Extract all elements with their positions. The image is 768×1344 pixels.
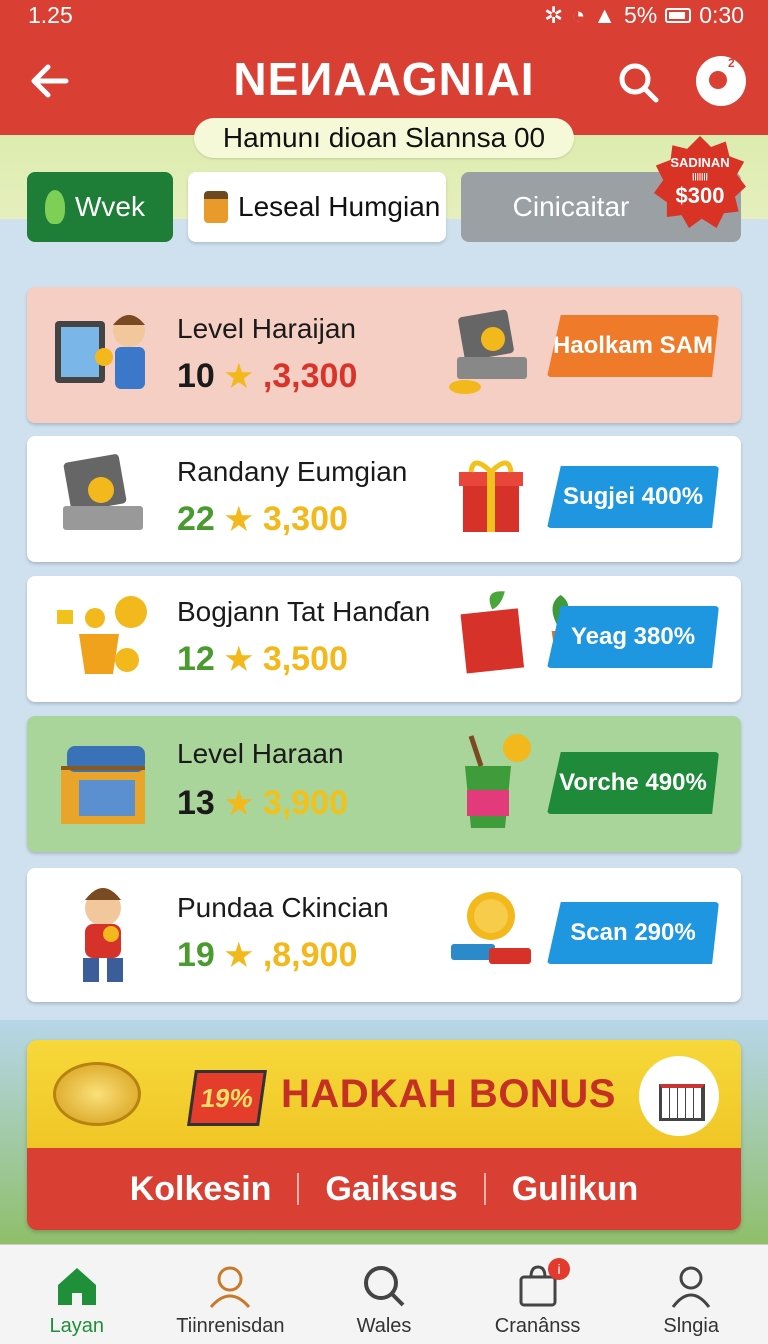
coin-icon — [53, 1062, 141, 1126]
search-icon[interactable] — [616, 60, 662, 106]
tab-week[interactable]: Wvek — [27, 172, 173, 242]
tablet-kid-icon — [55, 315, 145, 389]
item-score: 3,300 — [262, 500, 348, 538]
nav-label: Wales — [356, 1315, 412, 1337]
list-item[interactable]: Randany Eumgian 22 3,300 Sugjei 400% — [27, 436, 741, 562]
battery-icon — [665, 8, 692, 23]
profile-icon — [210, 1266, 251, 1309]
bonus-link-kolkesin[interactable]: Kolkesin — [130, 1170, 272, 1209]
divider — [297, 1173, 300, 1205]
bonus-banner[interactable]: 19% HADKAH BONUS Kolkesin Gaiksus Guliku… — [27, 1040, 741, 1230]
discount-tag[interactable]: Sugjei 400% — [547, 466, 719, 528]
nav-label: Layan — [49, 1315, 105, 1337]
divider — [483, 1173, 486, 1205]
kid-praying-icon — [83, 888, 123, 982]
nav-item-wales[interactable]: Wales — [307, 1245, 461, 1344]
discount-tag[interactable]: Vorche 490% — [547, 752, 719, 814]
item-score: 3,900 — [262, 784, 348, 822]
nav-label: Slngia — [663, 1315, 719, 1337]
treasure-chest-icon — [61, 746, 145, 824]
leaf-icon — [45, 190, 65, 224]
bonus-title: HADKAH BONUS — [281, 1072, 616, 1116]
gift-box-icon — [459, 460, 523, 532]
tab-label: Cinicaitar — [512, 191, 630, 222]
tab-label: Leseal Humgian — [238, 191, 441, 222]
item-name: Randany Eumgian — [177, 456, 408, 487]
item-score: ,8,900 — [262, 936, 358, 974]
laptop-coin-icon — [449, 309, 527, 394]
item-level: 22 — [177, 500, 215, 538]
coin-books-icon — [451, 892, 531, 964]
burst-price: $300 — [675, 183, 725, 208]
bonus-percent-badge: 19% — [187, 1070, 267, 1126]
wifi-icon: ◔ — [571, 2, 586, 28]
item-score: 3,500 — [262, 640, 348, 678]
signal-icon: ▲ — [593, 2, 616, 28]
gear-icon: ✲ — [544, 2, 564, 28]
nav-item-layan[interactable]: Layan — [0, 1245, 154, 1344]
sale-burst-text: SADINAN ||||||| $300 — [658, 156, 742, 208]
status-time: 1.25 — [28, 2, 73, 28]
bonus-link-gaiksus[interactable]: Gaiksus — [325, 1170, 457, 1209]
item-level: 13 — [177, 784, 215, 822]
bonus-link-gulikun[interactable]: Gulikun — [512, 1170, 639, 1209]
tab-local[interactable]: Leseal Humgian — [188, 172, 446, 242]
nav-label: Tiinrenisdan — [176, 1315, 285, 1337]
list-item[interactable]: Level Haraijan 10 ,3,300 Haolkam SAM — [27, 287, 741, 423]
list-item[interactable]: Pundaa Ckincian 19 ,8,900 Scan 290% — [27, 868, 741, 1002]
item-name: Level Haraan — [177, 738, 344, 769]
nav-label: Cranânss — [494, 1315, 581, 1337]
star-icon — [225, 941, 253, 967]
search-icon — [363, 1266, 405, 1307]
item-score: ,3,300 — [262, 357, 358, 395]
item-level: 10 — [177, 357, 215, 395]
star-icon — [225, 505, 253, 531]
laptop-icon — [63, 454, 143, 530]
star-icon — [225, 789, 253, 815]
nav-item-cranass[interactable]: Cranânss — [461, 1245, 615, 1344]
item-name: Bogjann Tat Hanɗan — [177, 596, 431, 627]
item-level: 12 — [177, 640, 215, 678]
nav-item-slngia[interactable]: Slngia — [614, 1245, 768, 1344]
battery-percent: 5% — [623, 2, 658, 28]
jar-icon — [204, 191, 228, 223]
coin-cup-icon — [57, 596, 147, 674]
star-icon — [225, 362, 253, 388]
item-name: Pundaa Ckincian — [177, 892, 389, 923]
clock: 0:30 — [699, 2, 744, 28]
discount-tag[interactable]: Yeag 380% — [547, 606, 719, 668]
star-icon — [225, 645, 253, 671]
user-icon — [671, 1266, 711, 1308]
menu-icon[interactable] — [696, 56, 746, 106]
bottom-nav: Layan Tiinrenisdan Wales Cranânss Slngia — [0, 1244, 768, 1344]
list-item[interactable]: Level Haraan 13 3,900 Vorche 490% — [27, 716, 741, 852]
list-item[interactable]: Bogjann Tat Hanɗan 12 3,500 Yeag 380% — [27, 576, 741, 702]
promo-pill: Hamunı dioan Slannsa 00 — [194, 118, 574, 158]
burst-title: SADINAN — [670, 155, 730, 170]
item-name: Level Haraijan — [177, 313, 356, 344]
burst-sub: ||||||| — [692, 172, 708, 181]
discount-tag[interactable]: Scan 290% — [547, 902, 719, 964]
home-icon — [57, 1268, 96, 1305]
tab-label: Wvek — [75, 191, 145, 222]
status-bar: 1.25 ✲ ◔ ▲ 5% 0:30 — [0, 0, 768, 34]
discount-tag[interactable]: Haolkam SAM — [547, 315, 719, 377]
item-level: 19 — [177, 936, 215, 974]
nav-item-tiinrenisdan[interactable]: Tiinrenisdan — [154, 1245, 308, 1344]
notification-badge: i — [548, 1258, 570, 1280]
shopping-cart-icon[interactable] — [639, 1056, 719, 1136]
coin-jar-icon — [465, 734, 531, 828]
